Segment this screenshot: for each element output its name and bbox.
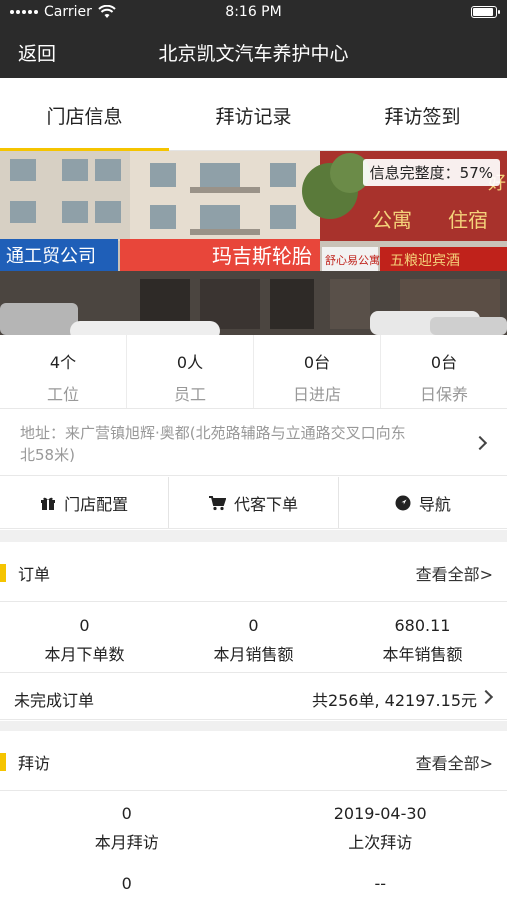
gift-icon [41,497,56,510]
stat-staff: 0人 员工 [127,335,254,408]
stat-label: 上次拜访 [348,833,413,852]
visits-stats: 0 本月拜访 2019-04-30 上次拜访 [0,792,507,860]
orders-stats: 0 本月下单数 0 本月销售额 680.11 本年销售额 [0,603,507,673]
status-bar: Carrier 8:16 PM [0,0,507,26]
unfinished-orders-value: 共256单, 42197.15元 [311,691,477,710]
orders-title: 订单 [18,565,51,584]
address-text: 地址：来广营镇旭辉·奥都(北苑路辅路与立通路交叉口向东 北58米) [20,422,468,466]
section-divider [0,721,507,731]
stat-value: 0人 [176,353,204,372]
tab-bar: 门店信息 拜访记录 拜访签到 [0,78,507,151]
tab-visit-records[interactable]: 拜访记录 [169,78,338,150]
stat-daily-visits: 0台 日进店 [254,335,381,408]
stat-value: -- [374,874,387,893]
stat-label: 本月下单数 [44,645,125,664]
address-row[interactable]: 地址：来广营镇旭辉·奥都(北苑路辅路与立通路交叉口向东 北58米) [0,410,507,476]
section-accent-bar [0,753,6,771]
tab-visit-checkin[interactable]: 拜访签到 [338,78,507,150]
stat-value: 0 [79,616,90,635]
navigation-label: 导航 [418,494,451,514]
order-for-customer-button[interactable]: 代客下单 [169,477,339,528]
stat-label: 本月拜访 [94,833,159,852]
visits-extra-stats: 0 -- [0,862,507,900]
chevron-right-icon [472,435,488,451]
stat-value: 680.11 [394,616,451,635]
sign-text-6: 五粮迎宾酒 [390,253,460,269]
page-title: 北京凯文汽车养护中心 [158,43,349,65]
sign-text-2: 玛吉斯轮胎 [212,244,312,268]
stat-daily-maintenance: 0台 日保养 [381,335,507,408]
section-divider [0,530,507,542]
completeness-badge: 信息完整度：57% [362,159,500,186]
store-photo: 通工贸公司 玛吉斯轮胎 舒心易公寓 公寓 住宿 五粮迎宾酒 好 信息完整度：57… [0,151,507,335]
visits-title: 拜访 [18,754,51,773]
sign-text-5: 住宿 [448,208,488,232]
store-stats: 4个 工位 0人 员工 0台 日进店 0台 日保养 [0,335,507,409]
stat-value: 0台 [303,353,331,372]
sign-text-3: 舒心易公寓 [325,253,380,267]
stat-workstations: 4个 工位 [0,335,127,408]
stat-label: 员工 [173,385,206,404]
sign-text-4: 公寓 [372,208,412,232]
address-line-1: 地址：来广营镇旭辉·奥都(北苑路辅路与立通路交叉口向东 [20,424,406,442]
visits-last-visit: 2019-04-30 上次拜访 [254,792,507,860]
stat-label: 日进店 [292,385,341,404]
stat-value: 0 [248,616,259,635]
stat-label: 本月销售额 [213,645,294,664]
cart-icon [208,495,226,510]
unfinished-orders-row[interactable]: 未完成订单 共256单, 42197.15元 [0,674,507,720]
visits-view-all-link[interactable]: 查看全部> [416,750,493,774]
battery-icon [471,6,500,18]
nav-bar: 返回 北京凯文汽车养护中心 [0,26,507,78]
navigation-icon [395,495,411,510]
store-config-label: 门店配置 [64,494,129,514]
chevron-right-icon [478,689,494,705]
visits-section-header: 拜访 查看全部> [0,731,507,791]
stat-value: 2019-04-30 [333,804,427,823]
tab-store-info[interactable]: 门店信息 [0,78,169,151]
visits-this-month: 0 本月拜访 [0,792,254,860]
orders-view-all-link[interactable]: 查看全部> [416,561,493,585]
stat-value: 0 [121,804,132,823]
stat-value: 4个 [49,353,77,372]
unfinished-orders-label: 未完成订单 [14,691,95,710]
stat-label: 本年销售额 [382,645,463,664]
stat-value: 0台 [430,353,458,372]
status-time: 8:16 PM [225,4,282,20]
action-bar: 门店配置 代客下单 导航 [0,477,507,529]
visits-extra-left: 0 [0,862,254,900]
section-accent-bar [0,564,6,582]
orders-monthly-sales: 0 本月销售额 [169,603,338,672]
navigation-button[interactable]: 导航 [339,477,507,528]
orders-yearly-sales: 680.11 本年销售额 [338,603,507,672]
stat-label: 日保养 [419,385,468,404]
visits-extra-right: -- [254,862,507,900]
orders-section-header: 订单 查看全部> [0,542,507,602]
stat-label: 工位 [46,385,79,404]
order-for-customer-label: 代客下单 [233,494,298,514]
stat-value: 0 [121,874,132,893]
sign-text-1: 通工贸公司 [6,246,96,267]
store-config-button[interactable]: 门店配置 [0,477,170,528]
address-line-2: 北58米) [20,446,75,464]
orders-monthly-count: 0 本月下单数 [0,603,169,672]
